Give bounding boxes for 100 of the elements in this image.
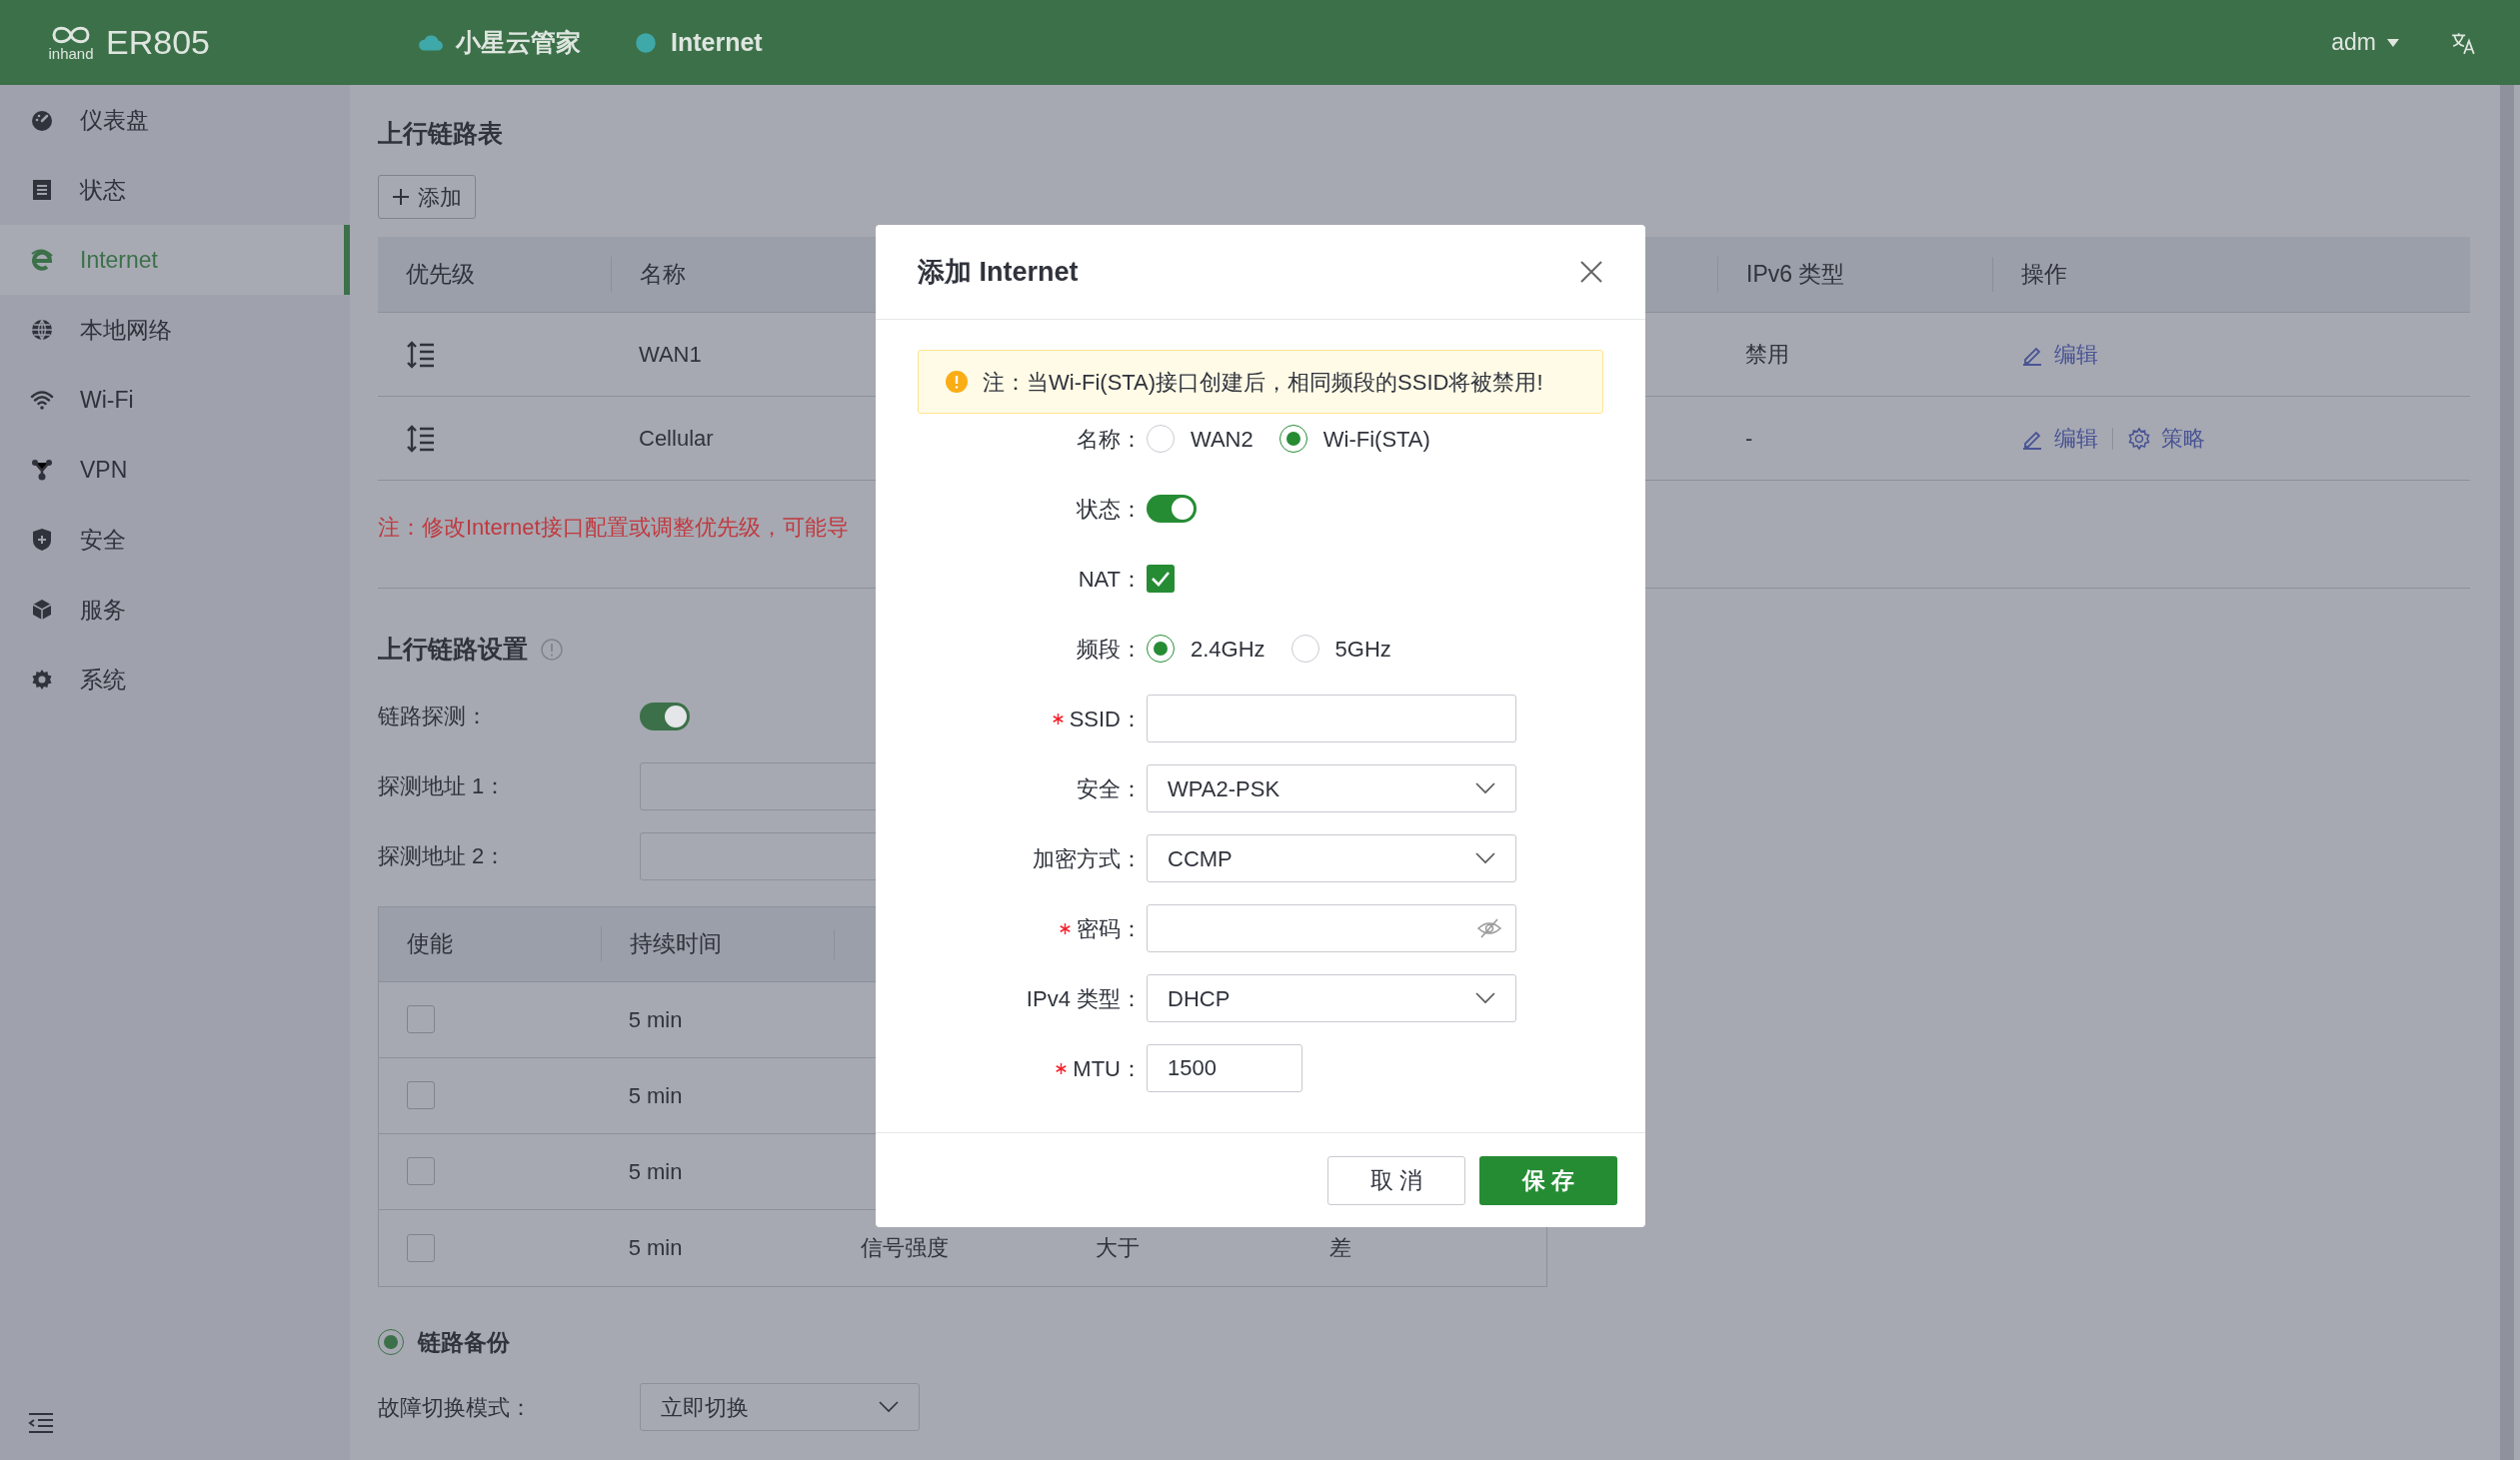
cube-icon [30, 598, 54, 622]
hidden-eye-icon[interactable] [1477, 917, 1501, 939]
checkmark-icon [1151, 571, 1171, 587]
cancel-button[interactable]: 取 消 [1327, 1155, 1465, 1205]
sidebar-item[interactable]: Internet [0, 225, 350, 295]
save-button[interactable]: 保 存 [1479, 1155, 1617, 1205]
user-menu[interactable]: adm [2331, 25, 2400, 60]
field-label: 链路探测： [378, 703, 489, 730]
add-button[interactable]: 添加 [378, 175, 476, 219]
field-label: SSID： [1069, 705, 1143, 733]
gauge-icon [30, 108, 54, 132]
field-label: 名称： [1077, 425, 1143, 454]
column-header: 持续时间 [630, 930, 722, 957]
chevron-down-icon [1475, 992, 1495, 1004]
field-label: 安全： [1077, 774, 1143, 803]
sidebar-item[interactable]: 仪表盘 [0, 85, 350, 155]
close-icon[interactable] [1579, 260, 1603, 284]
info-icon [540, 637, 564, 662]
checkbox[interactable] [407, 1081, 435, 1109]
input-field[interactable]: 1500 [1147, 1044, 1302, 1092]
checkbox[interactable] [407, 1233, 435, 1262]
field-label: IPv4 类型： [1026, 984, 1143, 1013]
radio-label: WAN2 [1191, 425, 1254, 454]
wifi-icon [30, 388, 54, 412]
column-header: 优先级 [406, 261, 475, 288]
scrollbar[interactable] [2500, 85, 2514, 1460]
field-label: 探测地址 1： [378, 772, 508, 800]
select-field[interactable]: WPA2-PSK [1147, 764, 1516, 812]
plus-icon [392, 188, 410, 206]
section-title: 上行链路设置 [378, 634, 528, 665]
field-label: 探测地址 2： [378, 842, 508, 870]
network-nodes-icon [30, 458, 54, 482]
table-cell: Cellular [639, 426, 714, 451]
field-label: 加密方式： [1033, 844, 1143, 873]
reorder-icon[interactable] [406, 340, 436, 369]
action-link[interactable]: 编辑 [2020, 422, 2098, 455]
table-cell: 大于 [1095, 1235, 1140, 1260]
globe-icon [30, 318, 54, 342]
table-cell: 5 min [628, 1235, 683, 1260]
dialog-title: 添加 Internet [918, 255, 1079, 289]
field-label: 状态： [1077, 495, 1143, 524]
action-link[interactable]: 策略 [2127, 422, 2205, 455]
sidebar-item[interactable]: 本地网络 [0, 295, 350, 365]
sidebar-item[interactable]: Wi-Fi [0, 365, 350, 435]
chevron-down-icon [1475, 852, 1495, 864]
checkbox[interactable] [407, 1157, 435, 1185]
settings-icon [30, 668, 54, 692]
toggle-switch[interactable] [1147, 495, 1197, 523]
nav-link[interactable]: 小星云管家 [418, 23, 581, 62]
caret-icon [2386, 37, 2400, 48]
table-cell: 5 min [628, 1006, 683, 1032]
sidebar-item[interactable]: 服务 [0, 575, 350, 645]
radio-label: Wi-Fi(STA) [1322, 425, 1430, 454]
column-header: 名称 [640, 261, 686, 288]
table-cell: 信号强度 [861, 1235, 950, 1260]
nav-link[interactable]: Internet [633, 23, 763, 62]
toggle-switch[interactable] [640, 702, 690, 730]
radio-label: 5GHz [1334, 635, 1391, 664]
section-title: 上行链路表 [378, 118, 504, 149]
field-label: 频段： [1077, 635, 1143, 664]
internet-icon [30, 248, 54, 272]
column-header: 操作 [2021, 261, 2067, 288]
table-cell: 5 min [628, 1082, 683, 1108]
product-name: ER805 [106, 22, 210, 63]
select-field[interactable]: 立即切换 [640, 1383, 920, 1431]
select-field[interactable]: DHCP [1147, 974, 1516, 1022]
chevron-down-icon [879, 1401, 899, 1413]
sidebar-item[interactable]: VPN [0, 435, 350, 505]
select-field[interactable]: CCMP [1147, 834, 1516, 882]
checkbox[interactable] [1147, 565, 1175, 593]
table-cell: 禁用 [1745, 342, 1789, 367]
table-cell: - [1745, 426, 1753, 451]
chevron-down-icon [1475, 782, 1495, 794]
warning-icon [945, 370, 969, 394]
password-field[interactable] [1147, 904, 1516, 952]
field-label: MTU： [1073, 1054, 1143, 1083]
radio-label: 链路备份 [418, 1327, 510, 1357]
sidebar-item[interactable]: 安全 [0, 505, 350, 575]
column-header: IPv6 类型 [1746, 261, 1845, 288]
sidebar-item[interactable]: 系统 [0, 645, 350, 715]
alert-text: 注：当Wi-Fi(STA)接口创建后，相同频段的SSID将被禁用! [983, 368, 1543, 397]
settings-icon [2127, 426, 2151, 451]
table-cell: WAN1 [639, 342, 702, 367]
field-label: NAT： [1078, 565, 1143, 594]
checkbox[interactable] [407, 1005, 435, 1033]
reorder-icon[interactable] [406, 424, 436, 453]
field-label: 密码： [1077, 914, 1143, 943]
field-label: 故障切换模式： [378, 1393, 533, 1422]
radio-label: 2.4GHz [1191, 635, 1265, 664]
collapse-menu-icon[interactable] [28, 1412, 54, 1434]
action-link[interactable]: 编辑 [2020, 338, 2098, 371]
shield-icon [30, 528, 54, 552]
table-cell: 5 min [628, 1158, 683, 1184]
logo-wordmark: inhand [48, 46, 94, 61]
sidebar-item[interactable]: 状态 [0, 155, 350, 225]
table-cell: 差 [1329, 1235, 1352, 1260]
document-icon [30, 178, 54, 202]
warning-note: 注：修改Internet接口配置或调整优先级，可能导 [378, 514, 849, 542]
column-header: 使能 [407, 930, 453, 957]
input-field[interactable] [1147, 695, 1516, 742]
